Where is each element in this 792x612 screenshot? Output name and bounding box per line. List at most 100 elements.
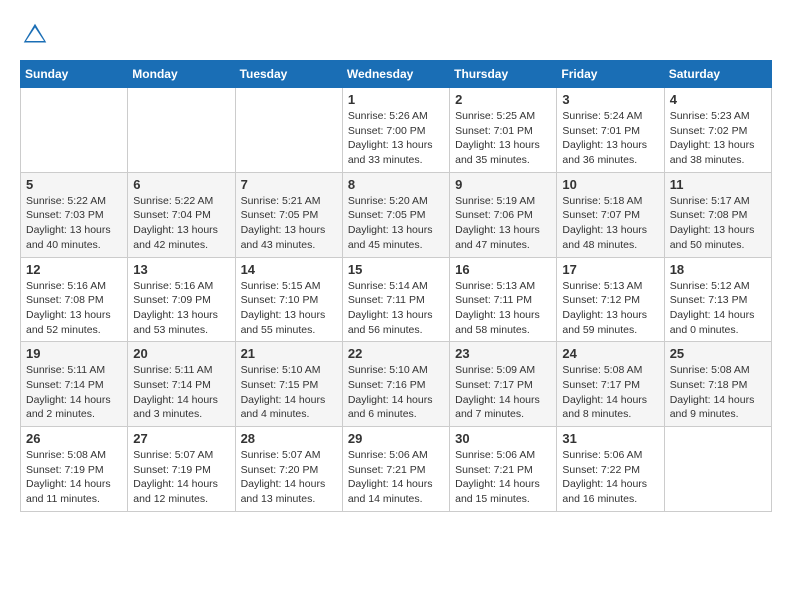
- day-info: Sunrise: 5:18 AM Sunset: 7:07 PM Dayligh…: [562, 194, 658, 253]
- calendar-cell: 28 Sunrise: 5:07 AM Sunset: 7:20 PM Dayli…: [235, 427, 342, 512]
- calendar-cell: 4 Sunrise: 5:23 AM Sunset: 7:02 PM Daylig…: [664, 88, 771, 173]
- day-info: Sunrise: 5:26 AM Sunset: 7:00 PM Dayligh…: [348, 109, 444, 168]
- calendar-week-row: 19 Sunrise: 5:11 AM Sunset: 7:14 PM Dayli…: [21, 342, 772, 427]
- calendar-cell: [21, 88, 128, 173]
- calendar-week-row: 26Sunrise: 5:08 AM Sunset: 7:19 PM Dayli…: [21, 427, 772, 512]
- day-info: Sunrise: 5:11 AM Sunset: 7:14 PM Dayligh…: [133, 363, 229, 422]
- day-info: Sunrise: 5:09 AM Sunset: 7:17 PM Dayligh…: [455, 363, 551, 422]
- day-number: 6: [133, 177, 229, 192]
- day-info: Sunrise: 5:12 AM Sunset: 7:13 PM Dayligh…: [670, 279, 766, 338]
- calendar-cell: 20 Sunrise: 5:11 AM Sunset: 7:14 PM Dayli…: [128, 342, 235, 427]
- day-number: 14: [241, 262, 337, 277]
- day-of-week-header: Tuesday: [235, 61, 342, 88]
- calendar-cell: 5Sunrise: 5:22 AM Sunset: 7:03 PM Daylig…: [21, 172, 128, 257]
- calendar-header-row: SundayMondayTuesdayWednesdayThursdayFrid…: [21, 61, 772, 88]
- day-number: 27: [133, 431, 229, 446]
- day-info: Sunrise: 5:16 AM Sunset: 7:08 PM Dayligh…: [26, 279, 122, 338]
- day-number: 11: [670, 177, 766, 192]
- calendar-cell: 29 Sunrise: 5:06 AM Sunset: 7:21 PM Dayli…: [342, 427, 449, 512]
- day-of-week-header: Wednesday: [342, 61, 449, 88]
- logo: [20, 20, 54, 50]
- calendar-week-row: 12 Sunrise: 5:16 AM Sunset: 7:08 PM Dayli…: [21, 257, 772, 342]
- calendar-cell: 3Sunrise: 5:24 AM Sunset: 7:01 PM Daylig…: [557, 88, 664, 173]
- calendar-cell: 12 Sunrise: 5:16 AM Sunset: 7:08 PM Dayli…: [21, 257, 128, 342]
- calendar-cell: 30 Sunrise: 5:06 AM Sunset: 7:21 PM Dayli…: [450, 427, 557, 512]
- day-number: 8: [348, 177, 444, 192]
- day-info: Sunrise: 5:08 AM Sunset: 7:19 PM Dayligh…: [26, 448, 122, 507]
- day-info: Sunrise: 5:22 AM Sunset: 7:04 PM Dayligh…: [133, 194, 229, 253]
- calendar-week-row: 1Sunrise: 5:26 AM Sunset: 7:00 PM Daylig…: [21, 88, 772, 173]
- day-number: 21: [241, 346, 337, 361]
- day-info: Sunrise: 5:15 AM Sunset: 7:10 PM Dayligh…: [241, 279, 337, 338]
- day-info: Sunrise: 5:10 AM Sunset: 7:15 PM Dayligh…: [241, 363, 337, 422]
- calendar-cell: [235, 88, 342, 173]
- calendar-cell: 25 Sunrise: 5:08 AM Sunset: 7:18 PM Dayli…: [664, 342, 771, 427]
- day-number: 7: [241, 177, 337, 192]
- calendar-cell: 23 Sunrise: 5:09 AM Sunset: 7:17 PM Dayli…: [450, 342, 557, 427]
- calendar-cell: 26Sunrise: 5:08 AM Sunset: 7:19 PM Dayli…: [21, 427, 128, 512]
- day-info: Sunrise: 5:20 AM Sunset: 7:05 PM Dayligh…: [348, 194, 444, 253]
- day-number: 22: [348, 346, 444, 361]
- day-number: 17: [562, 262, 658, 277]
- calendar-cell: [128, 88, 235, 173]
- day-info: Sunrise: 5:06 AM Sunset: 7:21 PM Dayligh…: [455, 448, 551, 507]
- day-number: 24: [562, 346, 658, 361]
- day-info: Sunrise: 5:16 AM Sunset: 7:09 PM Dayligh…: [133, 279, 229, 338]
- calendar-cell: 22 Sunrise: 5:10 AM Sunset: 7:16 PM Dayli…: [342, 342, 449, 427]
- day-number: 9: [455, 177, 551, 192]
- calendar-cell: [664, 427, 771, 512]
- day-number: 30: [455, 431, 551, 446]
- calendar-cell: 8 Sunrise: 5:20 AM Sunset: 7:05 PM Daylig…: [342, 172, 449, 257]
- calendar-cell: 9 Sunrise: 5:19 AM Sunset: 7:06 PM Daylig…: [450, 172, 557, 257]
- day-info: Sunrise: 5:08 AM Sunset: 7:18 PM Dayligh…: [670, 363, 766, 422]
- day-info: Sunrise: 5:13 AM Sunset: 7:12 PM Dayligh…: [562, 279, 658, 338]
- calendar-cell: 7 Sunrise: 5:21 AM Sunset: 7:05 PM Daylig…: [235, 172, 342, 257]
- day-number: 25: [670, 346, 766, 361]
- calendar-cell: 27 Sunrise: 5:07 AM Sunset: 7:19 PM Dayli…: [128, 427, 235, 512]
- day-number: 13: [133, 262, 229, 277]
- day-info: Sunrise: 5:22 AM Sunset: 7:03 PM Dayligh…: [26, 194, 122, 253]
- page-header: [20, 20, 772, 50]
- day-number: 12: [26, 262, 122, 277]
- logo-icon: [20, 20, 50, 50]
- day-number: 16: [455, 262, 551, 277]
- day-info: Sunrise: 5:07 AM Sunset: 7:20 PM Dayligh…: [241, 448, 337, 507]
- day-number: 28: [241, 431, 337, 446]
- day-number: 3: [562, 92, 658, 107]
- day-info: Sunrise: 5:06 AM Sunset: 7:22 PM Dayligh…: [562, 448, 658, 507]
- day-number: 2: [455, 92, 551, 107]
- calendar-cell: 31Sunrise: 5:06 AM Sunset: 7:22 PM Dayli…: [557, 427, 664, 512]
- day-info: Sunrise: 5:14 AM Sunset: 7:11 PM Dayligh…: [348, 279, 444, 338]
- day-number: 4: [670, 92, 766, 107]
- day-of-week-header: Friday: [557, 61, 664, 88]
- calendar-cell: 2Sunrise: 5:25 AM Sunset: 7:01 PM Daylig…: [450, 88, 557, 173]
- day-info: Sunrise: 5:08 AM Sunset: 7:17 PM Dayligh…: [562, 363, 658, 422]
- calendar-cell: 6 Sunrise: 5:22 AM Sunset: 7:04 PM Daylig…: [128, 172, 235, 257]
- day-number: 19: [26, 346, 122, 361]
- day-info: Sunrise: 5:19 AM Sunset: 7:06 PM Dayligh…: [455, 194, 551, 253]
- day-number: 29: [348, 431, 444, 446]
- day-info: Sunrise: 5:11 AM Sunset: 7:14 PM Dayligh…: [26, 363, 122, 422]
- calendar-cell: 17 Sunrise: 5:13 AM Sunset: 7:12 PM Dayli…: [557, 257, 664, 342]
- day-of-week-header: Saturday: [664, 61, 771, 88]
- day-info: Sunrise: 5:10 AM Sunset: 7:16 PM Dayligh…: [348, 363, 444, 422]
- day-info: Sunrise: 5:21 AM Sunset: 7:05 PM Dayligh…: [241, 194, 337, 253]
- calendar-cell: 15 Sunrise: 5:14 AM Sunset: 7:11 PM Dayli…: [342, 257, 449, 342]
- calendar-cell: 11 Sunrise: 5:17 AM Sunset: 7:08 PM Dayli…: [664, 172, 771, 257]
- day-of-week-header: Thursday: [450, 61, 557, 88]
- calendar-cell: 24 Sunrise: 5:08 AM Sunset: 7:17 PM Dayli…: [557, 342, 664, 427]
- calendar-cell: 10 Sunrise: 5:18 AM Sunset: 7:07 PM Dayli…: [557, 172, 664, 257]
- day-number: 20: [133, 346, 229, 361]
- day-of-week-header: Monday: [128, 61, 235, 88]
- calendar-cell: 13 Sunrise: 5:16 AM Sunset: 7:09 PM Dayli…: [128, 257, 235, 342]
- day-number: 23: [455, 346, 551, 361]
- calendar-cell: 21 Sunrise: 5:10 AM Sunset: 7:15 PM Dayli…: [235, 342, 342, 427]
- day-number: 15: [348, 262, 444, 277]
- day-info: Sunrise: 5:23 AM Sunset: 7:02 PM Dayligh…: [670, 109, 766, 168]
- day-number: 10: [562, 177, 658, 192]
- calendar-week-row: 5Sunrise: 5:22 AM Sunset: 7:03 PM Daylig…: [21, 172, 772, 257]
- day-info: Sunrise: 5:06 AM Sunset: 7:21 PM Dayligh…: [348, 448, 444, 507]
- day-info: Sunrise: 5:07 AM Sunset: 7:19 PM Dayligh…: [133, 448, 229, 507]
- day-info: Sunrise: 5:17 AM Sunset: 7:08 PM Dayligh…: [670, 194, 766, 253]
- calendar-cell: 14 Sunrise: 5:15 AM Sunset: 7:10 PM Dayli…: [235, 257, 342, 342]
